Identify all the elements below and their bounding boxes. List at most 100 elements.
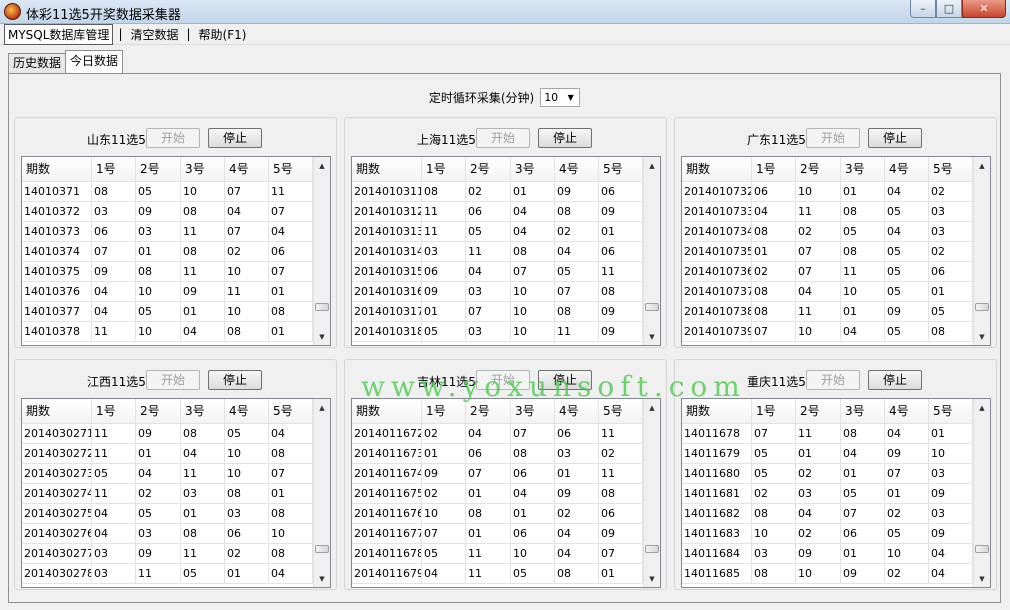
interval-select[interactable]: 10 ▼ [540,88,581,107]
table-row[interactable]: 2014030276 04 03 08 06 10 [22,524,313,544]
scroll-thumb[interactable] [315,303,329,311]
table-row[interactable]: 2014010312 11 06 04 08 09 [352,202,643,222]
column-header[interactable]: 3号 [181,157,225,182]
column-header[interactable]: 1号 [752,157,796,182]
scroll-thumb[interactable] [645,303,659,311]
results-list[interactable]: 期数 1号 2号 3号 4号 5号 2014011672 02 04 07 06 11 20140116… [351,398,661,588]
table-row[interactable]: 14010372 03 09 08 04 07 [22,202,313,222]
column-header[interactable]: 3号 [511,399,555,424]
table-row[interactable]: 2014011679 04 11 05 08 01 [352,564,643,584]
column-header[interactable]: 4号 [225,399,269,424]
results-list[interactable]: 期数 1号 2号 3号 4号 5号 2014030271 11 09 08 05 04 20140302… [21,398,331,588]
table-row[interactable]: 2014010314 03 11 08 04 06 [352,242,643,262]
table-row[interactable]: 14010376 04 10 09 11 01 [22,282,313,302]
tab-history[interactable]: 历史数据 [8,53,67,73]
table-row[interactable]: 2014010732 06 10 01 04 02 [682,182,973,202]
table-row[interactable]: 2014030275 04 05 01 03 08 [22,504,313,524]
close-button[interactable]: ✕ [962,0,1006,18]
column-header[interactable]: 4号 [885,399,929,424]
column-header[interactable]: 2号 [466,157,511,182]
vertical-scrollbar[interactable]: ▲ ▼ [643,157,660,345]
stop-button[interactable]: 停止 [208,128,262,148]
start-button[interactable]: 开始 [806,370,860,390]
table-row[interactable]: 14011685 08 10 09 02 04 [682,564,973,584]
table-row[interactable]: 2014011674 09 07 06 01 11 [352,464,643,484]
column-header[interactable]: 1号 [752,399,796,424]
results-list[interactable]: 期数 1号 2号 3号 4号 5号 2014010732 06 10 01 04 02 20140107… [681,156,991,346]
start-button[interactable]: 开始 [146,128,200,148]
column-header[interactable]: 5号 [599,157,643,182]
stop-button[interactable]: 停止 [538,370,592,390]
chevron-down-icon[interactable]: ▼ [564,90,577,105]
results-list[interactable]: 期数 1号 2号 3号 4号 5号 14011678 07 11 08 04 01 14011679 05… [681,398,991,588]
table-row[interactable]: 2014010317 01 07 10 08 09 [352,302,643,322]
stop-button[interactable]: 停止 [868,128,922,148]
table-row[interactable]: 2014030278 03 11 05 01 04 [22,564,313,584]
menu-help[interactable]: 帮助(F1) [196,25,250,44]
start-button[interactable]: 开始 [146,370,200,390]
column-header[interactable]: 3号 [511,157,555,182]
table-row[interactable]: 2014010311 08 02 01 09 06 [352,182,643,202]
table-row[interactable]: 2014011677 07 01 06 04 09 [352,524,643,544]
scroll-thumb[interactable] [975,303,989,311]
scroll-thumb[interactable] [645,545,659,553]
column-header[interactable]: 期数 [22,399,92,424]
scroll-down-icon[interactable]: ▼ [644,570,660,587]
start-button[interactable]: 开始 [476,128,530,148]
table-row[interactable]: 2014010734 08 02 05 04 03 [682,222,973,242]
column-header[interactable]: 1号 [422,157,466,182]
column-header[interactable]: 期数 [682,157,752,182]
vertical-scrollbar[interactable]: ▲ ▼ [643,399,660,587]
table-row[interactable]: 2014010737 08 04 10 05 01 [682,282,973,302]
table-row[interactable]: 2014011672 02 04 07 06 11 [352,424,643,444]
table-row[interactable]: 2014010739 07 10 04 05 08 [682,322,973,342]
scroll-up-icon[interactable]: ▲ [644,399,660,416]
column-header[interactable]: 5号 [599,399,643,424]
table-row[interactable]: 2014011676 10 08 01 02 06 [352,504,643,524]
scroll-down-icon[interactable]: ▼ [314,570,330,587]
scroll-down-icon[interactable]: ▼ [644,328,660,345]
column-header[interactable]: 期数 [352,157,422,182]
column-header[interactable]: 1号 [92,157,136,182]
menu-mysql-manage[interactable]: MYSQL数据库管理 [4,23,114,45]
scroll-up-icon[interactable]: ▲ [974,157,990,174]
vertical-scrollbar[interactable]: ▲ ▼ [313,157,330,345]
table-row[interactable]: 2014010315 06 04 07 05 11 [352,262,643,282]
scroll-up-icon[interactable]: ▲ [644,157,660,174]
column-header[interactable]: 4号 [555,157,599,182]
column-header[interactable]: 3号 [841,399,885,424]
column-header[interactable]: 1号 [92,399,136,424]
maximize-button[interactable]: □ [936,0,962,18]
table-row[interactable]: 14010374 07 01 08 02 06 [22,242,313,262]
vertical-scrollbar[interactable]: ▲ ▼ [973,399,990,587]
stop-button[interactable]: 停止 [868,370,922,390]
table-row[interactable]: 14010378 11 10 04 08 01 [22,322,313,342]
column-header[interactable]: 4号 [555,399,599,424]
vertical-scrollbar[interactable]: ▲ ▼ [313,399,330,587]
results-list[interactable]: 期数 1号 2号 3号 4号 5号 14010371 08 05 10 07 11 14010372 03… [21,156,331,346]
table-row[interactable]: 14011678 07 11 08 04 01 [682,424,973,444]
tab-today[interactable]: 今日数据 [65,50,124,73]
table-row[interactable]: 14011679 05 01 04 09 10 [682,444,973,464]
column-header[interactable]: 5号 [269,157,313,182]
table-row[interactable]: 2014010738 08 11 01 09 05 [682,302,973,322]
vertical-scrollbar[interactable]: ▲ ▼ [973,157,990,345]
column-header[interactable]: 2号 [466,399,511,424]
table-row[interactable]: 2014010318 05 03 10 11 09 [352,322,643,342]
column-header[interactable]: 4号 [885,157,929,182]
scroll-down-icon[interactable]: ▼ [974,328,990,345]
column-header[interactable]: 期数 [682,399,752,424]
table-row[interactable]: 2014030274 11 02 03 08 01 [22,484,313,504]
scroll-thumb[interactable] [975,545,989,553]
scroll-up-icon[interactable]: ▲ [314,399,330,416]
column-header[interactable]: 期数 [22,157,92,182]
table-row[interactable]: 2014010313 11 05 04 02 01 [352,222,643,242]
table-row[interactable]: 2014010733 04 11 08 05 03 [682,202,973,222]
table-row[interactable]: 2014011675 02 01 04 09 08 [352,484,643,504]
minimize-button[interactable]: – [910,0,936,18]
table-row[interactable]: 2014030271 11 09 08 05 04 [22,424,313,444]
column-header[interactable]: 4号 [225,157,269,182]
table-row[interactable]: 14011682 08 04 07 02 03 [682,504,973,524]
column-header[interactable]: 2号 [796,399,841,424]
stop-button[interactable]: 停止 [538,128,592,148]
